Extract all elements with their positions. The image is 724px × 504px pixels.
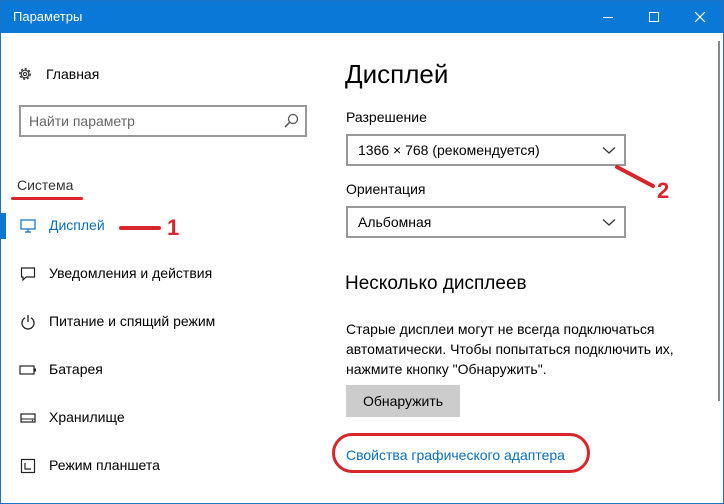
power-icon [21,315,35,330]
gear-icon [19,68,31,80]
detect-button[interactable]: Обнаружить [346,385,460,417]
annotation-dash-1 [119,226,161,230]
minimize-button[interactable] [585,1,631,33]
search-box[interactable] [19,105,307,137]
resolution-value: 1366 × 768 (рекомендуется) [358,142,540,158]
sidebar-item-label: Батарея [49,361,103,377]
sidebar-item-tablet-mode[interactable]: Режим планшета [1,453,317,479]
graphics-adapter-properties-link[interactable]: Свойства графического адаптера [346,447,565,463]
home-nav-item[interactable]: Главная [17,63,99,85]
sidebar-item-label: Хранилище [49,409,125,425]
notification-icon [20,267,36,282]
resolution-label: Разрешение [346,109,427,125]
orientation-value: Альбомная [358,214,432,230]
close-icon [694,11,706,23]
search-icon [284,113,299,128]
storage-icon [20,413,36,423]
active-indicator [1,213,6,239]
multiple-displays-description: Старые дисплеи могут не всегда подключат… [346,321,674,377]
search-input[interactable] [29,112,279,130]
home-label: Главная [46,66,100,82]
annotation-number-2: 2 [657,178,670,203]
sidebar-item-label: Уведомления и действия [49,265,213,281]
resolution-dropdown[interactable]: 1366 × 768 (рекомендуется) [346,134,626,166]
annotation-number-1: 1 [167,215,180,240]
battery-icon [19,365,36,375]
monitor-icon [20,219,36,233]
settings-window: Параметры Главная Система Ди [0,0,724,504]
orientation-dropdown[interactable]: Альбомная [346,206,626,238]
page-title: Дисплей [345,59,449,89]
multiple-displays-heading: Несколько дисплеев [345,273,527,294]
tablet-icon [20,458,36,474]
title-bar: Параметры [1,1,723,33]
annotation-underline [11,197,83,200]
sidebar-item-battery[interactable]: Батарея [1,357,317,383]
chevron-down-icon [602,147,616,154]
maximize-icon [649,12,659,22]
close-button[interactable] [677,1,723,33]
sidebar-item-label: Дисплей [49,217,105,233]
sidebar-item-label: Питание и спящий режим [49,313,216,329]
sidebar-item-label: Режим планшета [49,457,160,473]
sidebar-item-notifications[interactable]: Уведомления и действия [1,261,317,287]
chevron-down-icon [602,219,616,226]
maximize-button[interactable] [631,1,677,33]
window-title: Параметры [13,9,83,24]
scrollbar[interactable] [718,41,720,401]
orientation-label: Ориентация [346,181,426,197]
minimize-icon [603,16,613,18]
sidebar-item-power[interactable]: Питание и спящий режим [1,309,317,335]
section-label-system: Система [17,177,74,193]
sidebar-item-storage[interactable]: Хранилище [1,405,317,431]
